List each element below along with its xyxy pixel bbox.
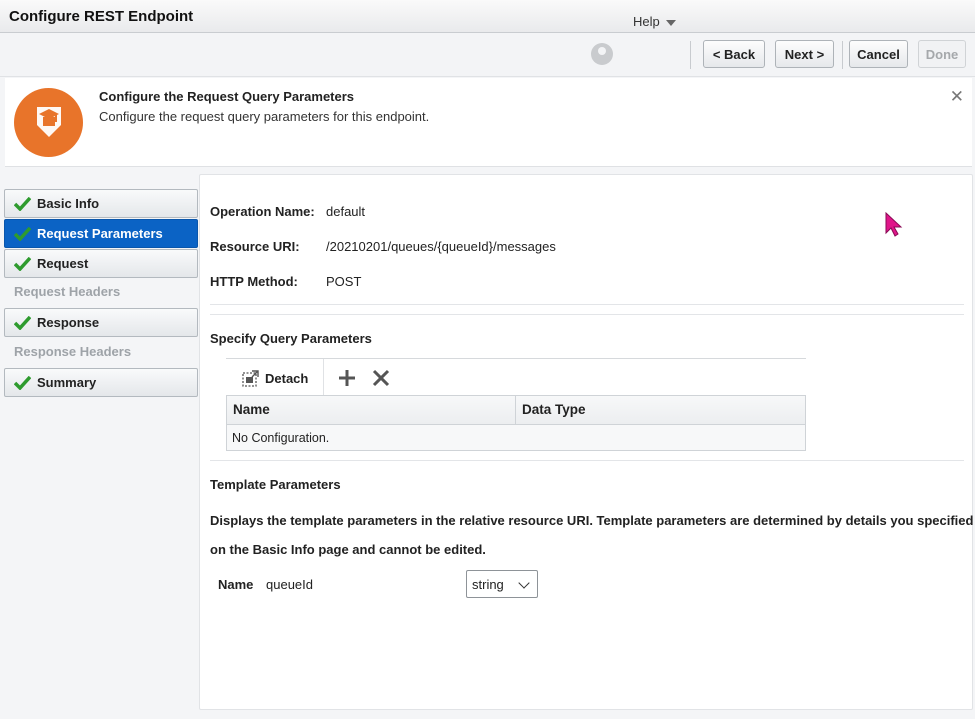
template-params-section-title: Template Parameters [210,477,341,492]
delete-row-icon[interactable] [370,367,392,389]
help-label: Help [633,14,660,29]
back-button[interactable]: < Back [703,40,765,68]
divider [210,460,964,461]
detach-button[interactable]: Detach [242,370,308,387]
checkmark-icon [14,226,31,241]
data-type-select[interactable]: string [466,570,538,598]
operation-name-value: default [326,204,366,219]
checkmark-icon [14,315,31,330]
table-header: Name Data Type [227,396,805,425]
resource-uri-value: /20210201/queues/{queueId}/messages [326,239,556,254]
step-subtitle: Configure the request query parameters f… [99,109,430,124]
cancel-button[interactable]: Cancel [849,40,908,68]
step-header: Configure the Request Query Parameters C… [5,78,972,167]
nav-item-label: Request [37,256,89,271]
grid-toolbar: Detach [226,358,806,396]
nav-item-label: Basic Info [37,196,100,211]
divider [210,314,964,315]
nav-item-response[interactable]: Response [4,308,198,337]
detach-icon [242,370,259,387]
toolbar-separator [323,359,324,396]
http-method-label: HTTP Method: [210,274,298,289]
operation-name-label: Operation Name: [210,204,315,219]
column-separator [515,396,516,424]
template-params-description-line1: Displays the template parameters in the … [210,513,974,528]
chevron-down-icon [665,19,676,26]
resource-uri-label: Resource URI: [210,239,300,254]
done-button[interactable]: Done [918,40,966,68]
window-titlebar: Configure REST Endpoint [0,0,975,33]
empty-message: No Configuration. [232,431,330,445]
toolbar-separator [842,41,843,69]
template-params-description-line2: on the Basic Info page and cannot be edi… [210,542,486,557]
data-type-select-value: string [472,577,504,592]
mouse-cursor-icon [885,212,903,237]
template-param-name-value: queueId [266,577,313,592]
main-panel: Operation Name: default Resource URI: /2… [199,174,973,710]
query-params-section-title: Specify Query Parameters [210,331,372,346]
template-param-name-label: Name [218,577,254,592]
step-badge-icon [14,88,83,157]
nav-item-request[interactable]: Request [4,249,198,278]
window-title: Configure REST Endpoint [9,8,194,25]
user-avatar-icon[interactable] [591,43,613,65]
detach-label: Detach [265,371,309,386]
column-header-data-type[interactable]: Data Type [522,402,586,417]
column-header-name[interactable]: Name [233,402,270,417]
table-row: No Configuration. [227,425,805,450]
add-row-icon[interactable] [336,367,358,389]
checkmark-icon [14,196,31,211]
nav-item-label: Request Parameters [37,226,163,241]
divider [210,304,964,305]
toolbar-separator [690,41,691,69]
checkmark-icon [14,256,31,271]
checkmark-icon [14,375,31,390]
nav-item-label: Response [37,315,100,330]
nav-item-request-headers: Request Headers [14,284,121,299]
next-button[interactable]: Next > [775,40,834,68]
http-method-value: POST [326,274,362,289]
nav-item-summary[interactable]: Summary [4,368,198,397]
step-title: Configure the Request Query Parameters [99,89,355,104]
nav-item-request-parameters[interactable]: Request Parameters [4,219,198,248]
help-menu[interactable]: Help [633,14,676,29]
nav-item-label: Summary [37,375,97,390]
close-icon[interactable]: ✕ [950,87,964,107]
chevron-down-icon [518,577,530,589]
query-params-table: Name Data Type No Configuration. [226,395,806,451]
nav-item-response-headers: Response Headers [14,344,132,359]
nav-item-basic-info[interactable]: Basic Info [4,189,198,218]
